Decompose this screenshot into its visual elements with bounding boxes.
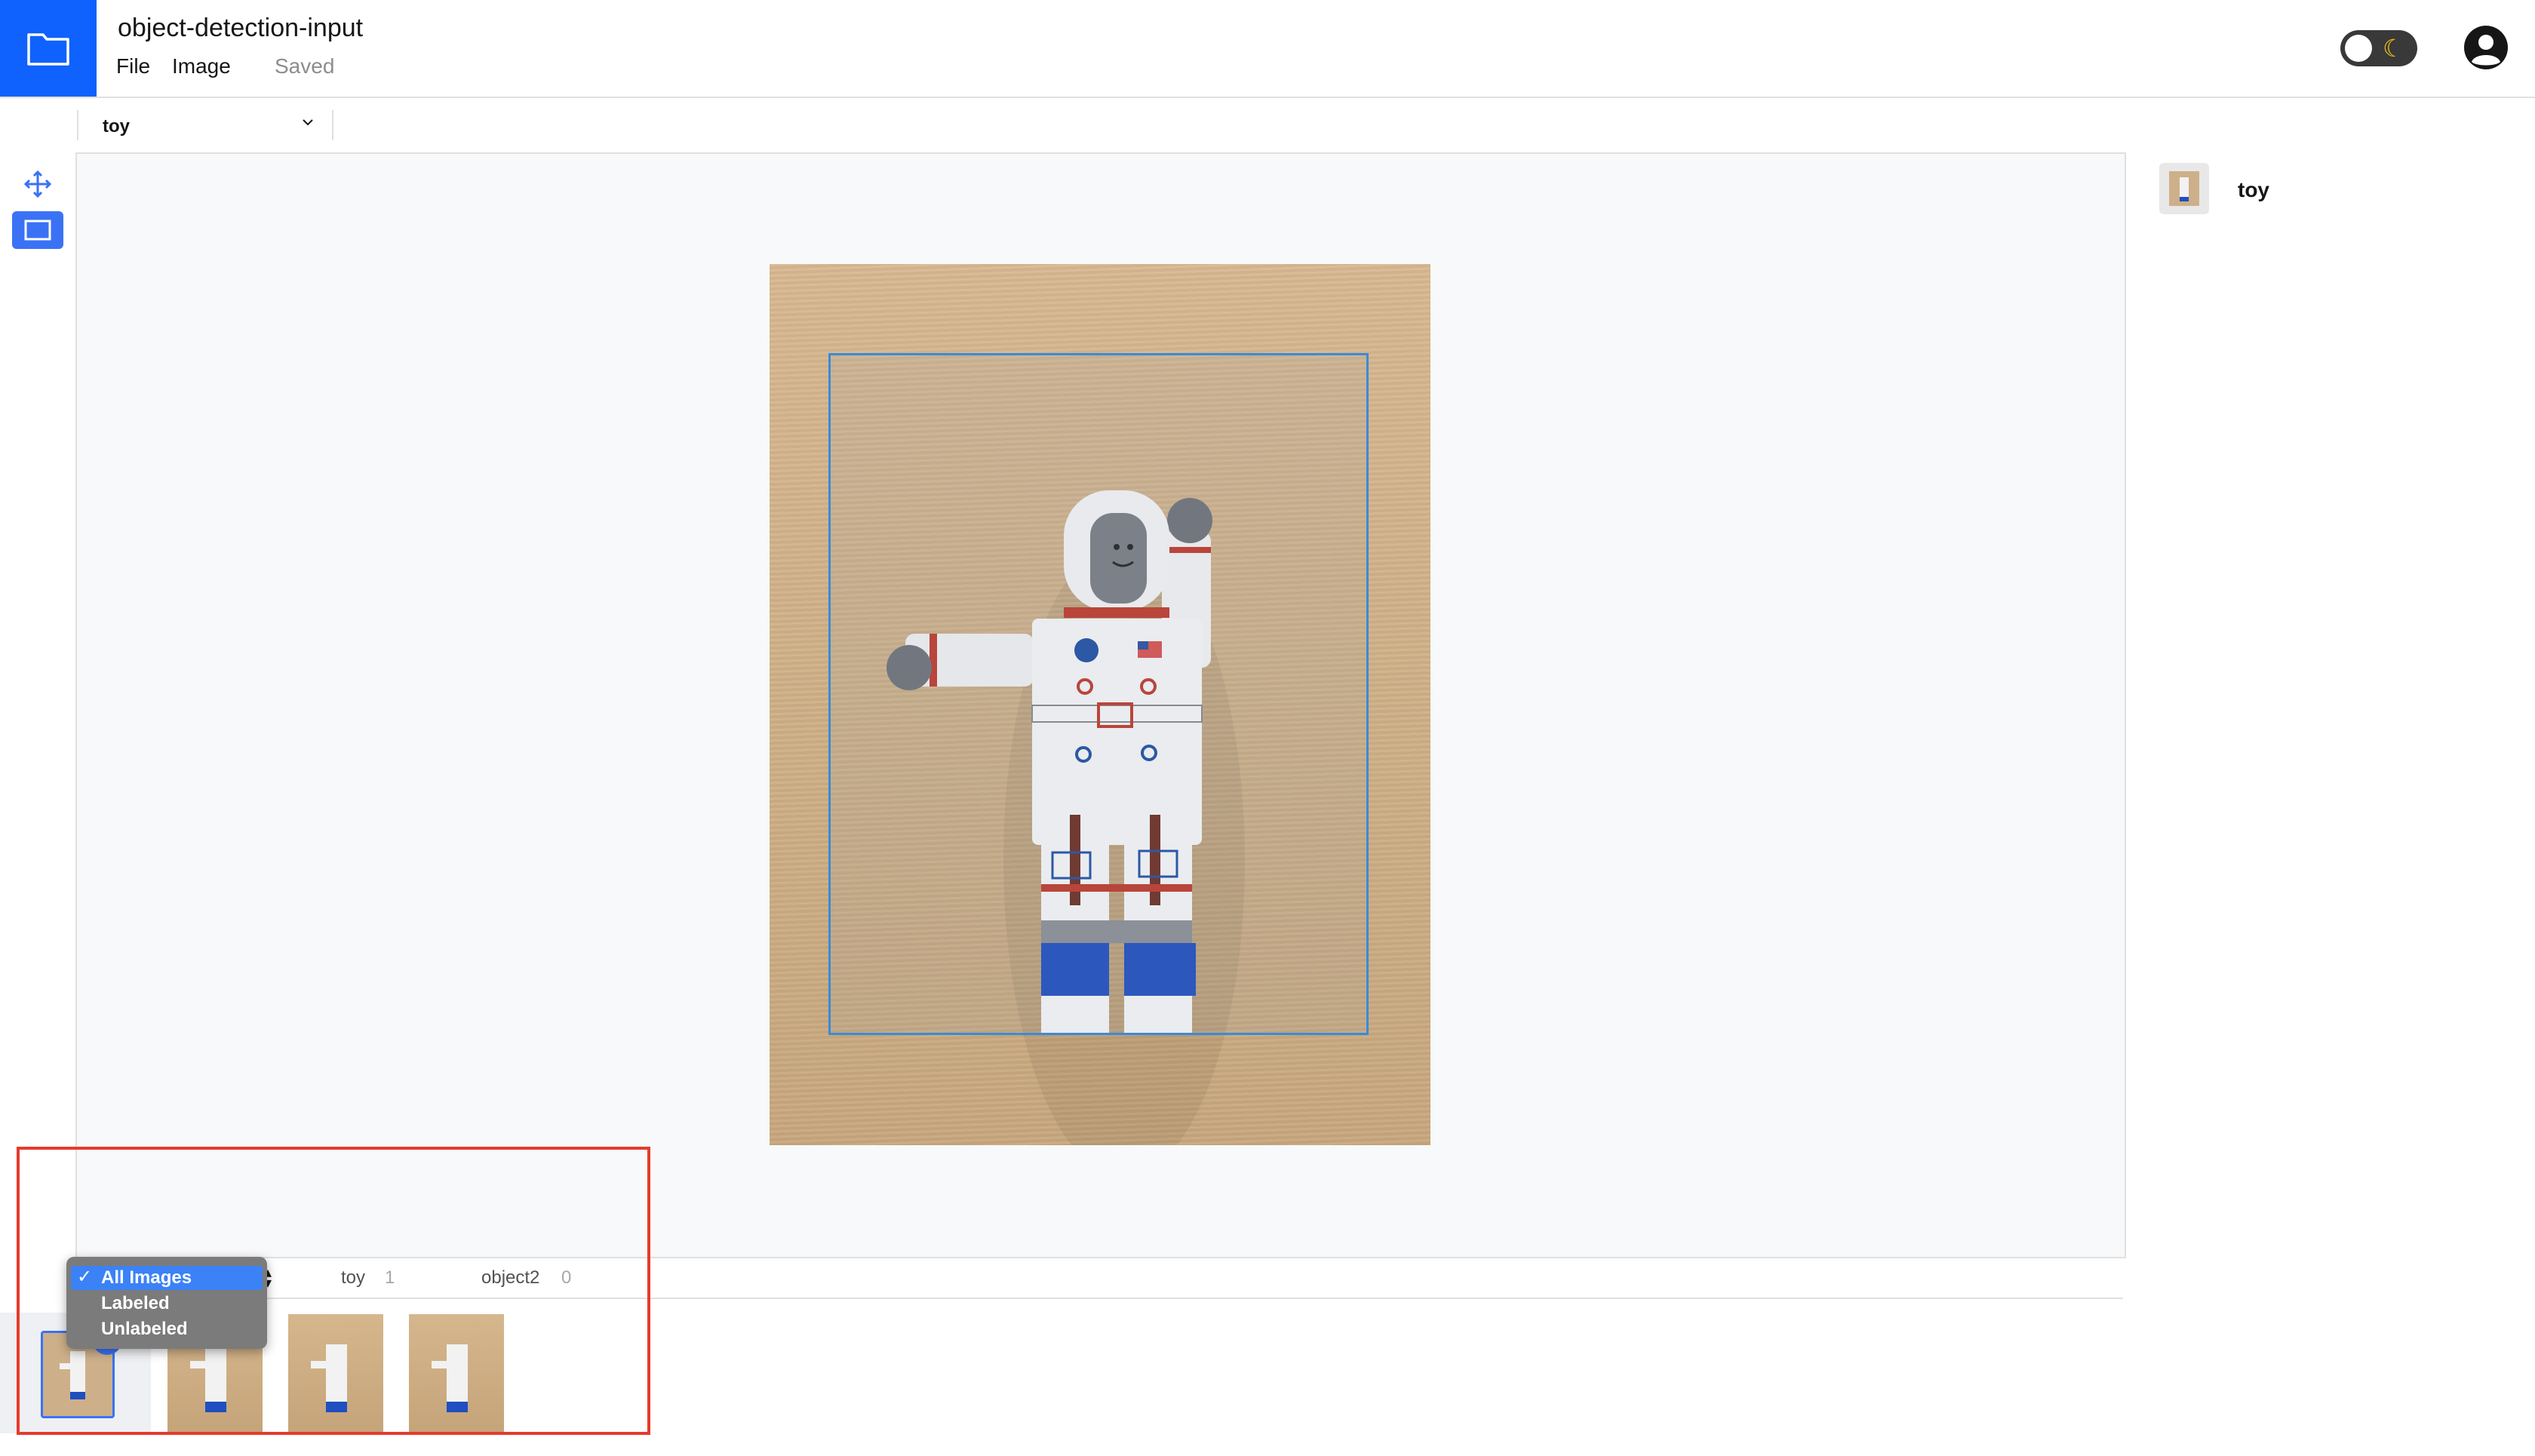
toggle-knob [2345, 35, 2372, 62]
user-avatar-icon [2464, 26, 2508, 69]
save-status: Saved [275, 54, 335, 78]
label-dropdown[interactable]: toy [77, 110, 333, 140]
image-photo [770, 264, 1430, 1145]
move-tool-button[interactable] [17, 163, 59, 205]
bounding-box[interactable] [828, 353, 1369, 1035]
theme-toggle[interactable]: ☾ [2340, 30, 2417, 66]
page-title: object-detection-input [118, 14, 364, 42]
rectangle-icon [24, 220, 51, 241]
folder-icon [27, 33, 69, 66]
moon-icon: ☾ [2383, 35, 2404, 62]
menu-image[interactable]: Image [172, 54, 231, 78]
account-button[interactable] [2463, 24, 2509, 71]
label-dropdown-value: toy [103, 116, 130, 137]
menu-file[interactable]: File [116, 54, 150, 78]
highlight-annotation [17, 1147, 650, 1435]
chevron-down-icon [303, 119, 313, 126]
app-header [0, 0, 2535, 98]
move-arrows-icon [23, 170, 52, 198]
box-tool-button[interactable] [12, 211, 63, 249]
label-list-item-toy[interactable]: toy [2238, 178, 2269, 202]
astronaut-thumbnail-icon [2169, 171, 2199, 206]
folder-button[interactable] [0, 0, 97, 97]
label-thumbnail[interactable] [2159, 163, 2209, 214]
